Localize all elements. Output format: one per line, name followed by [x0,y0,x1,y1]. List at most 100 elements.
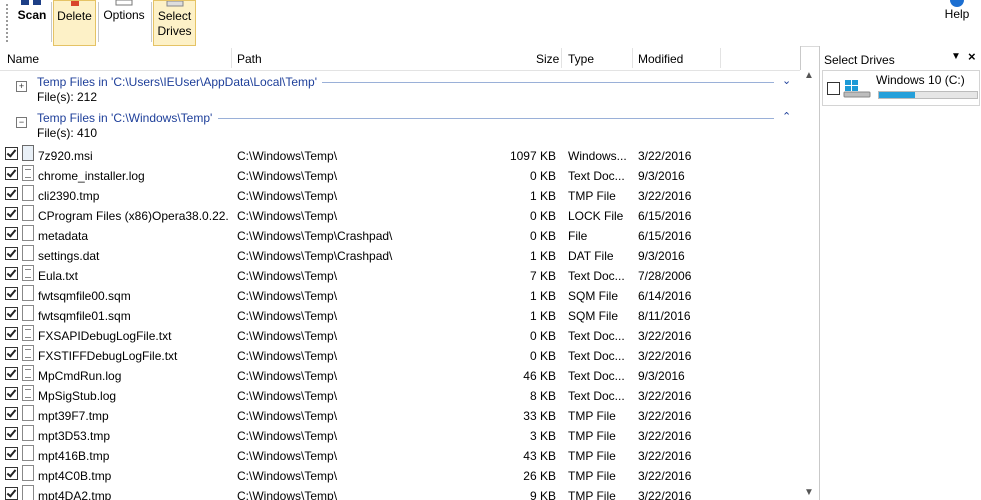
pin-icon[interactable]: ▼ [951,51,961,62]
file-size: 1 KB [529,249,556,263]
column-header: Name Path Size Type Modified [0,46,800,71]
row-checkbox[interactable] [5,367,18,380]
file-name: metadata [38,229,89,243]
row-checkbox[interactable] [5,387,18,400]
file-name: mpt4C0B.tmp [38,469,112,483]
drives-pane-title: Select Drives [824,53,895,67]
column-type[interactable]: Type [568,52,594,66]
vertical-scrollbar[interactable]: ▲ ▼ [800,70,818,500]
file-name: mpt3D53.tmp [38,429,111,443]
drive-item-c[interactable]: Windows 10 (C:) [822,70,980,106]
row-checkbox[interactable] [5,207,18,220]
column-path[interactable]: Path [237,52,262,66]
row-checkbox[interactable] [5,167,18,180]
toolbar-separator [51,2,52,42]
group-header-windows-temp[interactable]: − Temp Files in 'C:\Windows\Temp' File(s… [0,108,800,144]
column-name[interactable]: Name [7,52,39,66]
row-checkbox[interactable] [5,307,18,320]
column-divider[interactable] [231,48,232,68]
file-list-pane: Name Path Size Type Modified + Temp File… [0,46,818,500]
drive-usage-fill [879,92,916,98]
table-row[interactable]: cli2390.tmp C:\Windows\Temp\ 1 KB TMP File 3… [0,184,800,204]
delete-button[interactable]: Delete [53,0,96,46]
table-row[interactable]: 7z920.msi C:\Windows\Temp\ 1097 KB Windows.… [0,144,800,164]
file-icon [22,185,34,201]
column-modified[interactable]: Modified [638,52,683,66]
file-name: cli2390.tmp [38,189,100,203]
help-icon [950,0,964,7]
table-row[interactable]: MpCmdRun.log C:\Windows\Temp\ 46 KB Text Do… [0,364,800,384]
file-size: 46 KB [523,369,556,383]
table-row[interactable]: CProgram Files (x86)Opera38.0.22... C:\Wi… [0,204,800,224]
table-row[interactable]: mpt4DA2.tmp C:\Windows\Temp\ 9 KB TMP File 3… [0,484,800,500]
file-type: Text Doc... [568,369,625,383]
installer-icon [22,145,34,161]
file-modified: 3/22/2016 [638,429,692,443]
row-checkbox[interactable] [5,147,18,160]
text-file-icon [22,345,34,361]
options-button[interactable]: Options [100,0,148,44]
group-divider [322,82,774,83]
drive-checkbox[interactable] [827,82,840,95]
column-divider[interactable] [632,48,633,68]
group-header-user-temp[interactable]: + Temp Files in 'C:\Users\IEUser\AppData… [0,72,800,108]
row-checkbox[interactable] [5,327,18,340]
row-checkbox[interactable] [5,267,18,280]
table-row[interactable]: chrome_installer.log C:\Windows\Temp\ 0 KB… [0,164,800,184]
scan-icon [21,0,41,5]
row-checkbox[interactable] [5,287,18,300]
chevron-down-icon[interactable]: ⌄ [782,74,791,87]
row-checkbox[interactable] [5,247,18,260]
help-button[interactable]: Help [940,0,974,22]
column-size[interactable]: Size [536,52,559,66]
column-divider[interactable] [720,48,721,68]
file-size: 0 KB [529,209,556,223]
file-modified: 9/3/2016 [638,369,685,383]
drives-icon [166,1,183,7]
row-checkbox[interactable] [5,427,18,440]
table-row[interactable]: Eula.txt C:\Windows\Temp\ 7 KB Text Doc... 7… [0,264,800,284]
row-checkbox[interactable] [5,487,18,500]
table-row[interactable]: mpt416B.tmp C:\Windows\Temp\ 43 KB TMP File… [0,444,800,464]
file-type: LOCK File [568,209,624,223]
file-icon [22,305,34,321]
collapse-icon[interactable]: − [16,117,27,128]
file-icon [22,485,34,500]
select-drives-button[interactable]: Select Drives [153,0,196,46]
row-checkbox[interactable] [5,187,18,200]
table-row[interactable]: mpt4C0B.tmp C:\Windows\Temp\ 26 KB TMP File… [0,464,800,484]
chevron-up-icon[interactable]: ⌃ [782,110,791,123]
row-checkbox[interactable] [5,347,18,360]
close-icon[interactable]: × [968,49,976,64]
file-modified: 6/14/2016 [638,289,692,303]
table-row[interactable]: fwtsqmfile00.sqm C:\Windows\Temp\ 1 KB SQM … [0,284,800,304]
table-row[interactable]: fwtsqmfile01.sqm C:\Windows\Temp\ 1 KB SQM … [0,304,800,324]
drive-name: Windows 10 (C:) [876,73,965,87]
file-type: Text Doc... [568,329,625,343]
scroll-up-icon[interactable]: ▲ [804,70,814,81]
column-divider[interactable] [561,48,562,68]
table-row[interactable]: MpSigStub.log C:\Windows\Temp\ 8 KB Text Do… [0,384,800,404]
scroll-down-icon[interactable]: ▼ [804,487,814,498]
file-modified: 3/22/2016 [638,489,692,500]
group-count: File(s): 410 [37,126,98,140]
file-type: SQM File [568,289,619,303]
table-row[interactable]: FXSAPIDebugLogFile.txt C:\Windows\Temp\ 0 … [0,324,800,344]
table-row[interactable]: metadata C:\Windows\Temp\Crashpad\ 0 KB Fil… [0,224,800,244]
table-row[interactable]: settings.dat C:\Windows\Temp\Crashpad\ 1 K… [0,244,800,264]
table-row[interactable]: FXSTIFFDebugLogFile.txt C:\Windows\Temp\ 0… [0,344,800,364]
table-row[interactable]: mpt3D53.tmp C:\Windows\Temp\ 3 KB TMP File 3… [0,424,800,444]
toolbar-grip[interactable] [6,4,10,42]
row-checkbox[interactable] [5,467,18,480]
file-name: settings.dat [38,249,100,263]
row-checkbox[interactable] [5,407,18,420]
scan-button[interactable]: Scan [14,0,50,44]
text-file-icon [22,365,34,381]
file-modified: 3/22/2016 [638,349,692,363]
file-icon [22,205,34,221]
file-icon [22,445,34,461]
table-row[interactable]: mpt39F7.tmp C:\Windows\Temp\ 33 KB TMP File… [0,404,800,424]
row-checkbox[interactable] [5,447,18,460]
row-checkbox[interactable] [5,227,18,240]
expand-icon[interactable]: + [16,81,27,92]
